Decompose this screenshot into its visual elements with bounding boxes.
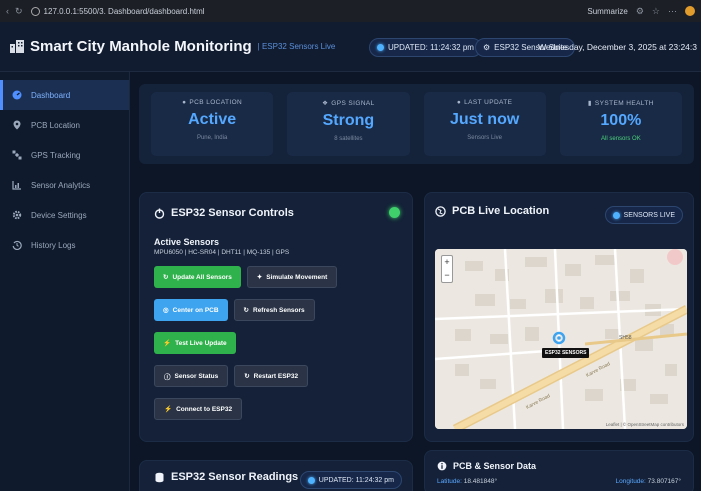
sidebar-item-gps-tracking[interactable]: GPS Tracking (0, 140, 129, 170)
profile-avatar[interactable] (685, 6, 695, 16)
refresh-sensors-button[interactable]: ↻ Refresh Sensors (233, 299, 315, 321)
extensions-icon[interactable]: ⚙ (636, 6, 644, 17)
satellite-icon: ❖ (322, 100, 329, 107)
road-code-label: SH58 (619, 335, 632, 341)
sensor-readings-card: ESP32 Sensor Readings UPDATED: 11:24:32 … (139, 460, 413, 491)
longitude-value: 73.807167° (647, 478, 681, 485)
clock-icon: ● (456, 99, 462, 106)
sidebar-item-history-logs[interactable]: History Logs (0, 230, 129, 260)
sensors-live-badge: SENSORS LIVE (604, 206, 683, 224)
database-icon (155, 472, 164, 482)
center-on-pcb-button[interactable]: ◎ Center on PCB (154, 299, 228, 321)
sensor-controls-card: ESP32 Sensor Controls Active Sensors MPU… (139, 192, 413, 442)
simulate-movement-button[interactable]: ✦ Simulate Movement (246, 266, 338, 288)
info-circle-icon (437, 461, 447, 471)
stat-system-health: ▮ SYSTEM HEALTH 100% All sensors OK (559, 92, 682, 156)
map-pin-icon: ● (182, 99, 187, 106)
sidebar-item-pcb-location[interactable]: PCB Location (0, 110, 129, 140)
chip-icon: ⚙ (483, 43, 491, 52)
map-attribution[interactable]: Leaflet | © OpenStreetMap contributors (606, 422, 684, 427)
live-dot-icon (612, 211, 620, 219)
active-sensors-list: MPU6050 | HC-SR04 | DHT11 | MQ-135 | GPS (154, 249, 290, 256)
live-dot-icon (377, 44, 384, 51)
history-icon (12, 240, 22, 250)
app-header: Smart City Manhole Monitoring | ESP32 Se… (0, 22, 701, 72)
more-icon[interactable]: ⋯ (668, 6, 677, 17)
readings-updated-badge: UPDATED: 11:24:32 pm (299, 471, 402, 489)
coordinates-row: Latitude: 18.481848° Longitude: 73.80716… (437, 478, 681, 485)
sidebar-item-sensor-analytics[interactable]: Sensor Analytics (0, 170, 129, 200)
power-icon (154, 208, 165, 219)
readings-title: ESP32 Sensor Readings (171, 471, 299, 483)
main-content: ● PCB LOCATION Active Pune, India ❖ GPS SI… (131, 72, 701, 491)
restart-icon: ↻ (244, 373, 250, 380)
map-zoom-control[interactable]: + − (441, 255, 453, 283)
url-text: 127.0.0.1:5500/3. Dashboard/dashboard.ht… (43, 6, 205, 16)
pcb-sensor-data-card: PCB & Sensor Data Latitude: 18.481848° L… (424, 450, 694, 491)
sidebar-item-dashboard[interactable]: Dashboard (0, 80, 129, 110)
restart-esp32-button[interactable]: ↻ Restart ESP32 (234, 365, 309, 387)
city-icon (10, 40, 24, 53)
browser-nav: ‹ ↻ (6, 6, 23, 17)
active-sensors-title: Active Sensors (154, 237, 220, 247)
app-title: Smart City Manhole Monitoring (30, 38, 252, 55)
favorite-icon[interactable]: ☆ (652, 6, 660, 17)
satellite-icon (12, 150, 22, 160)
globe-icon (435, 205, 446, 217)
back-icon[interactable]: ‹ (6, 6, 9, 17)
pcbdata-title: PCB & Sensor Data (453, 461, 537, 471)
pcb-marker-label: ESP32 SENSORS (542, 348, 590, 358)
pcb-location-card: PCB Live Location SENSORS LIVE + − ESP32… (424, 192, 694, 442)
live-dot-icon (307, 476, 315, 484)
longitude-label: Longitude: (615, 478, 646, 485)
stats-panel: ● PCB LOCATION Active Pune, India ❖ GPS SI… (139, 84, 694, 164)
battery-icon: ▮ (587, 100, 592, 107)
stat-last-update: ● LAST UPDATE Just now Sensors Live (423, 92, 546, 156)
dashboard-icon (12, 90, 22, 100)
browser-toolbar: ‹ ↻ 127.0.0.1:5500/3. Dashboard/dashboar… (0, 0, 701, 22)
map-pin-icon (13, 120, 21, 130)
app-subtitle: | ESP32 Sensors Live (257, 42, 336, 51)
stat-pcb-location: ● PCB LOCATION Active Pune, India (151, 92, 274, 156)
map-tiles (435, 249, 687, 429)
zoom-in-icon[interactable]: + (444, 258, 449, 267)
controls-title: ESP32 Sensor Controls (171, 207, 294, 219)
summarize-label[interactable]: Summarize (587, 7, 627, 16)
latitude-value: 18.481848° (463, 478, 498, 485)
sidebar: Dashboard PCB Location GPS Tracking Sens… (0, 72, 130, 491)
update-all-sensors-button[interactable]: ↻ Update All Sensors (154, 266, 241, 288)
stat-gps-signal: ❖ GPS SIGNAL Strong 8 satellites (287, 92, 410, 156)
connect-esp32-button[interactable]: ⚡ Connect to ESP32 (154, 398, 243, 420)
info-icon (30, 6, 40, 16)
sync-icon: ↻ (163, 274, 169, 281)
target-icon: ◎ (163, 307, 169, 314)
address-bar[interactable]: 127.0.0.1:5500/3. Dashboard/dashboard.ht… (30, 6, 205, 16)
live-map[interactable]: + − ESP32 SENSORS Karve Road Karve Road … (435, 249, 687, 429)
test-live-update-button[interactable]: ⚡ Test Live Update (154, 332, 236, 354)
info-icon: ⓘ (164, 374, 171, 381)
plug-icon: ⚡ (164, 406, 173, 413)
refresh-icon: ↻ (243, 307, 249, 314)
updated-badge: UPDATED: 11:24:32 pm (369, 38, 482, 57)
chart-icon (12, 181, 21, 190)
gear-icon (12, 210, 22, 220)
sensor-status-button[interactable]: ⓘ Sensor Status (154, 365, 229, 387)
bolt-icon: ⚡ (163, 340, 172, 347)
connection-status-icon (389, 207, 400, 218)
latitude-label: Latitude: (437, 478, 462, 485)
zoom-out-icon[interactable]: − (444, 271, 449, 280)
running-icon: ✦ (256, 274, 263, 281)
reload-icon[interactable]: ↻ (15, 6, 23, 17)
location-title: PCB Live Location (452, 205, 550, 217)
sidebar-item-device-settings[interactable]: Device Settings (0, 200, 129, 230)
current-date: Wednesday, December 3, 2025 at 23:24:3 (538, 42, 697, 52)
